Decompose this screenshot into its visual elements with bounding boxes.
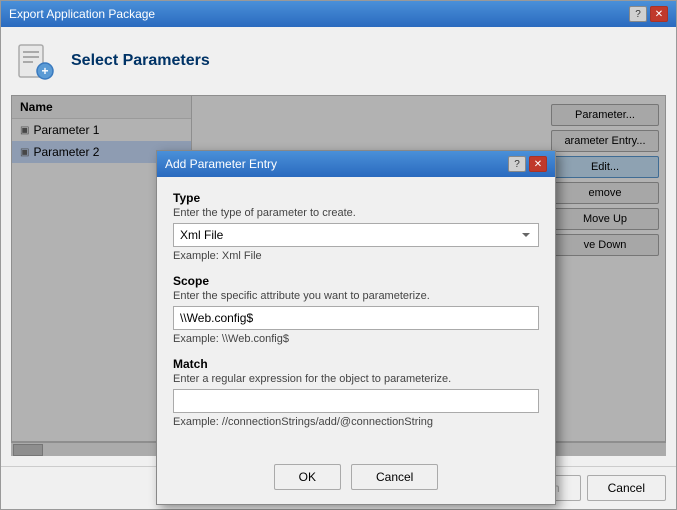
type-section: Type Enter the type of parameter to crea… bbox=[173, 191, 539, 262]
type-select[interactable]: Xml File Text File Registry bbox=[173, 223, 539, 247]
modal-overlay: Add Parameter Entry ? ✕ Type Enter the t… bbox=[11, 95, 666, 456]
type-example: Example: Xml File bbox=[173, 250, 539, 262]
page-title: Select Parameters bbox=[71, 52, 210, 70]
main-content: + Select Parameters Name ▣ Parameter 1 ▣… bbox=[1, 27, 676, 466]
modal-titlebar-buttons: ? ✕ bbox=[508, 156, 547, 172]
modal-close-button[interactable]: ✕ bbox=[529, 156, 547, 172]
type-label: Type bbox=[173, 191, 539, 205]
modal-cancel-button[interactable]: Cancel bbox=[351, 464, 438, 490]
svg-text:+: + bbox=[41, 64, 48, 78]
modal-content: Type Enter the type of parameter to crea… bbox=[157, 177, 555, 454]
scope-input[interactable] bbox=[173, 306, 539, 330]
modal-dialog: Add Parameter Entry ? ✕ Type Enter the t… bbox=[156, 150, 556, 505]
match-example: Example: //connectionStrings/add/@connec… bbox=[173, 416, 539, 428]
main-wrapper: Name ▣ Parameter 1 ▣ Parameter 2 Paramet… bbox=[11, 95, 666, 456]
scope-description: Enter the specific attribute you want to… bbox=[173, 290, 539, 302]
match-input[interactable] bbox=[173, 389, 539, 413]
main-help-button[interactable]: ? bbox=[629, 6, 647, 22]
modal-help-button[interactable]: ? bbox=[508, 156, 526, 172]
scope-example: Example: \\Web.config$ bbox=[173, 333, 539, 345]
type-description: Enter the type of parameter to create. bbox=[173, 207, 539, 219]
main-titlebar-buttons: ? ✕ bbox=[629, 6, 668, 22]
main-window-title: Export Application Package bbox=[9, 7, 155, 21]
main-close-button[interactable]: ✕ bbox=[650, 6, 668, 22]
main-titlebar: Export Application Package ? ✕ bbox=[1, 1, 676, 27]
match-label: Match bbox=[173, 357, 539, 371]
modal-titlebar: Add Parameter Entry ? ✕ bbox=[157, 151, 555, 177]
modal-footer: OK Cancel bbox=[157, 454, 555, 504]
modal-title: Add Parameter Entry bbox=[165, 157, 277, 171]
scope-label: Scope bbox=[173, 274, 539, 288]
header-area: + Select Parameters bbox=[11, 37, 666, 85]
ok-button[interactable]: OK bbox=[274, 464, 341, 490]
match-section: Match Enter a regular expression for the… bbox=[173, 357, 539, 428]
match-description: Enter a regular expression for the objec… bbox=[173, 373, 539, 385]
main-window: Export Application Package ? ✕ + Select … bbox=[0, 0, 677, 510]
header-icon: + bbox=[11, 37, 59, 85]
cancel-button[interactable]: Cancel bbox=[587, 475, 666, 501]
scope-section: Scope Enter the specific attribute you w… bbox=[173, 274, 539, 345]
